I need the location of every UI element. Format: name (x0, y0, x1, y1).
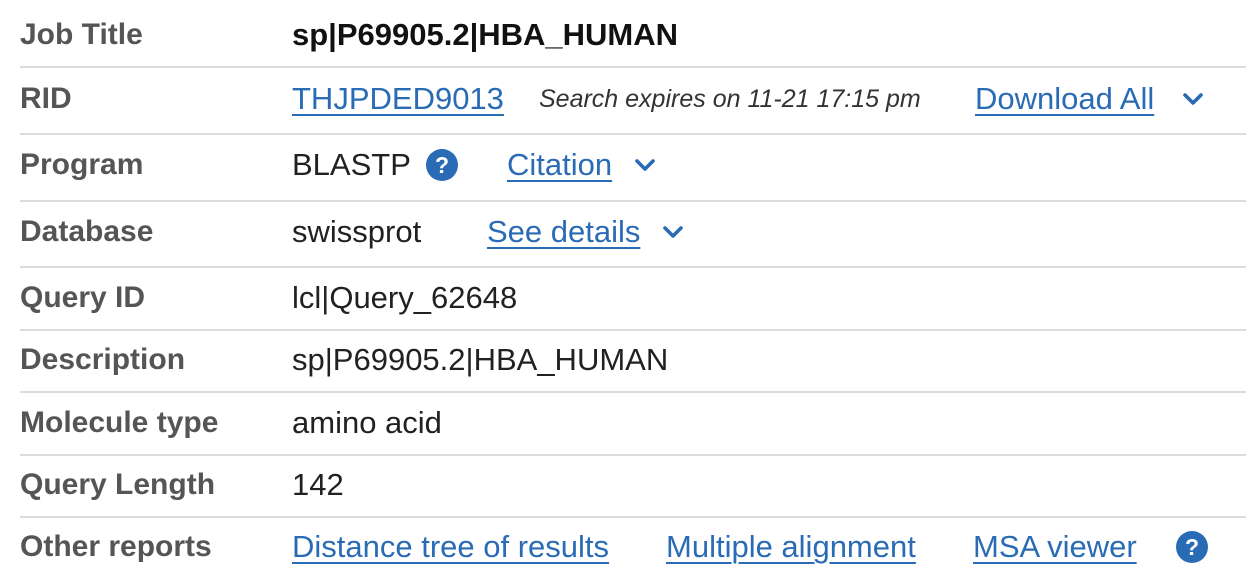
msa-viewer-link[interactable]: MSA viewer (973, 515, 1137, 579)
row-description: Description sp|P69905.2|HBA_HUMAN (20, 328, 1246, 392)
chevron-down-icon[interactable] (633, 153, 657, 177)
molecule-type-label: Molecule type (20, 406, 219, 439)
program-value: BLASTP (292, 147, 411, 182)
row-rid: RID THJPDED9013 Search expires on 11-21 … (20, 67, 1246, 131)
description-value: sp|P69905.2|HBA_HUMAN (292, 342, 669, 377)
query-id-value: lcl|Query_62648 (292, 280, 518, 315)
search-summary: Job Title sp|P69905.2|HBA_HUMAN RID THJP… (0, 0, 1254, 586)
database-label: Database (20, 215, 154, 248)
query-length-value: 142 (292, 467, 344, 502)
search-expires-text: Search expires on 11-21 17:15 pm (539, 85, 921, 113)
chevron-down-icon[interactable] (661, 220, 685, 244)
row-database: Database swissprot See details (20, 200, 1246, 264)
description-label: Description (20, 343, 186, 376)
rid-link[interactable]: THJPDED9013 (292, 67, 504, 131)
svg-text:?: ? (435, 152, 449, 178)
help-circle-icon[interactable]: ? (1175, 530, 1209, 564)
query-length-label: Query Length (20, 468, 216, 501)
svg-text:?: ? (1185, 534, 1199, 560)
program-label: Program (20, 148, 144, 181)
job-title-value: sp|P69905.2|HBA_HUMAN (292, 17, 679, 52)
database-value: swissprot (292, 214, 422, 249)
row-job-title: Job Title sp|P69905.2|HBA_HUMAN (20, 3, 1246, 67)
row-query-id: Query ID lcl|Query_62648 (20, 266, 1246, 330)
row-program: Program BLASTP ? Citation (20, 133, 1246, 197)
download-all-link[interactable]: Download All (975, 67, 1154, 131)
see-details-link[interactable]: See details (487, 200, 640, 264)
job-title-label: Job Title (20, 18, 143, 51)
rid-label: RID (20, 82, 72, 115)
multiple-alignment-link[interactable]: Multiple alignment (666, 515, 916, 579)
molecule-type-value: amino acid (292, 405, 442, 440)
distance-tree-link[interactable]: Distance tree of results (292, 515, 609, 579)
row-query-length: Query Length 142 (20, 453, 1246, 517)
query-id-label: Query ID (20, 281, 146, 314)
row-other-reports: Other reports Distance tree of results M… (20, 515, 1246, 579)
help-circle-icon[interactable]: ? (425, 148, 459, 182)
other-reports-label: Other reports (20, 530, 212, 563)
chevron-down-icon[interactable] (1181, 87, 1205, 111)
row-molecule-type: Molecule type amino acid (20, 391, 1246, 455)
citation-link[interactable]: Citation (507, 133, 612, 197)
